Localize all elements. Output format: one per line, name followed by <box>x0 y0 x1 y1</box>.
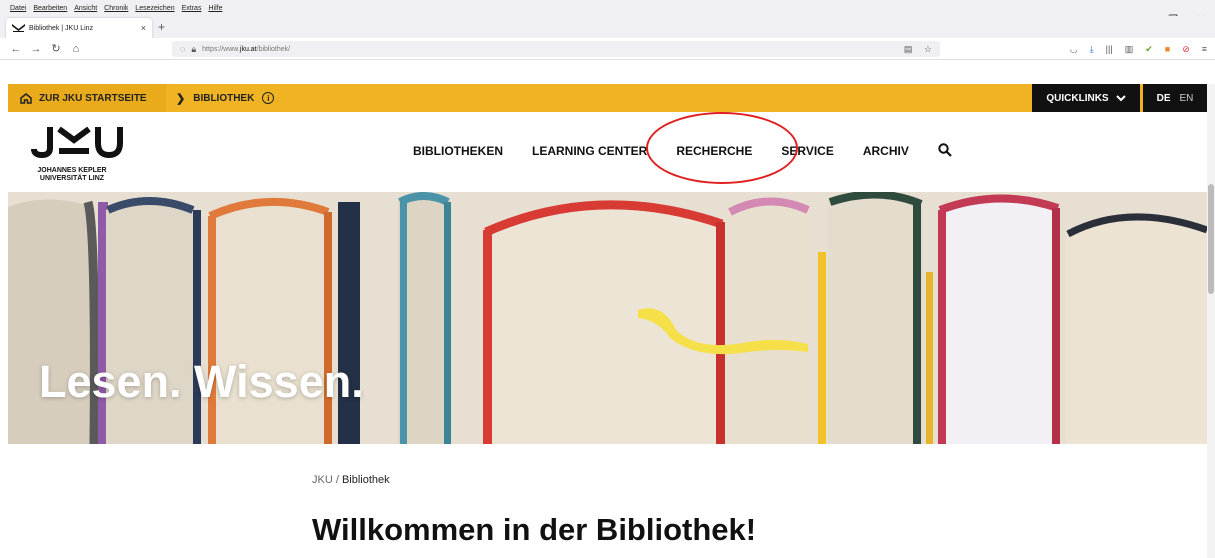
quicklinks-label: QUICKLINKS <box>1046 92 1109 104</box>
jku-favicon-icon <box>12 24 25 32</box>
nav-bibliotheken[interactable]: BIBLIOTHEKEN <box>413 144 503 158</box>
site-header: JOHANNES KEPLER UNIVERSITÄT LINZ BIBLIOT… <box>8 112 1207 192</box>
site-topbar: ZUR JKU STARTSEITE ❯ BIBLIOTHEK i QUICKL… <box>8 84 1207 112</box>
reader-view-icon[interactable]: ▤ <box>904 44 913 54</box>
menu-lesezeichen[interactable]: Lesezeichen <box>135 5 174 12</box>
menu-ansicht[interactable]: Ansicht <box>74 5 97 12</box>
breadcrumb-current: Bibliothek <box>341 474 390 486</box>
home-icon[interactable]: ⌂ <box>66 43 86 55</box>
page-scrollbar[interactable] <box>1207 84 1215 558</box>
nav-learning-center[interactable]: LEARNING CENTER <box>532 144 647 158</box>
browser-menubar: Datei Bearbeiten Ansicht Chronik Lesezei… <box>0 0 1215 16</box>
hero-headline: Lesen. Wissen. <box>39 356 364 407</box>
extension-leaf-icon[interactable]: ✔ <box>1145 44 1153 55</box>
toolbar-extensions: ◡ ⤓ ||| ▥ ✔ ■ ⊘ ≡ <box>1058 41 1207 57</box>
breadcrumb: JKU / Bibliothek <box>312 474 390 486</box>
url-path: /bibliothek/ <box>256 45 291 53</box>
lang-en[interactable]: EN <box>1180 93 1194 104</box>
tab-bar: Bibliothek | JKU Linz × + <box>0 16 1215 38</box>
url-prefix: https://www. <box>202 45 240 53</box>
language-switcher: DE EN <box>1143 84 1207 112</box>
topbar-crumb[interactable]: ❯ BIBLIOTHEK i <box>176 92 275 105</box>
library-icon[interactable]: ||| <box>1106 44 1113 54</box>
reload-icon[interactable]: ↻ <box>46 42 66 55</box>
tab-close-icon[interactable]: × <box>141 23 146 33</box>
back-arrow-icon[interactable]: ← <box>6 43 26 55</box>
new-tab-button[interactable]: + <box>158 20 165 34</box>
menu-hamburger-icon[interactable]: ≡ <box>1202 44 1207 54</box>
jku-logo[interactable]: JOHANNES KEPLER UNIVERSITÄT LINZ <box>31 124 151 184</box>
menu-hilfe[interactable]: Hilfe <box>208 5 222 12</box>
logo-subtitle-line2: UNIVERSITÄT LINZ <box>39 175 105 182</box>
url-bar[interactable]: ◌ 🔒︎ https://www. jku.at/bibliothek/ ▤ ☆ <box>172 41 940 57</box>
sidebar-icon[interactable]: ▥ <box>1125 44 1134 55</box>
house-icon <box>20 92 32 104</box>
info-icon[interactable]: i <box>262 92 275 104</box>
lock-icon[interactable]: 🔒︎ <box>191 44 196 55</box>
forward-arrow-icon[interactable]: → <box>26 43 46 55</box>
lang-de[interactable]: DE <box>1157 93 1171 104</box>
download-icon[interactable]: ⤓ <box>1090 44 1094 55</box>
page-title: Willkommen in der Bibliothek! <box>312 512 757 547</box>
jku-logo-mark <box>31 126 123 159</box>
hero-banner: Lesen. Wissen. <box>8 192 1207 444</box>
tab-title: Bibliothek | JKU Linz <box>29 24 94 32</box>
extension-orange-icon[interactable]: ■ <box>1165 44 1170 54</box>
shield-icon[interactable]: ◌ <box>180 44 185 54</box>
extension-red-icon[interactable]: ⊘ <box>1182 44 1190 55</box>
nav-archiv[interactable]: ARCHIV <box>863 144 909 158</box>
bookmark-star-icon[interactable]: ☆ <box>924 44 932 54</box>
browser-navbar: ← → ↻ ⌂ ◌ 🔒︎ https://www. jku.at/biblioth… <box>0 38 1215 60</box>
pocket-icon[interactable]: ◡ <box>1070 44 1078 55</box>
topbar-crumb-label: BIBLIOTHEK <box>193 92 255 104</box>
scrollbar-thumb[interactable] <box>1208 184 1214 294</box>
annotation-circle <box>646 112 798 184</box>
menu-datei[interactable]: Datei <box>10 5 26 12</box>
chevron-right-icon: ❯ <box>176 92 186 105</box>
breadcrumb-root-link[interactable]: JKU <box>312 474 333 486</box>
logo-subtitle-line1: JOHANNES KEPLER <box>37 167 107 174</box>
url-host: jku.at <box>239 45 257 53</box>
home-link[interactable]: ZUR JKU STARTSEITE <box>8 84 166 112</box>
chevron-down-icon <box>1115 94 1126 101</box>
search-icon[interactable] <box>938 142 952 157</box>
tab-bibliothek[interactable]: Bibliothek | JKU Linz × <box>6 18 152 38</box>
menu-chronik[interactable]: Chronik <box>104 5 128 12</box>
quicklinks-button[interactable]: QUICKLINKS <box>1032 84 1140 112</box>
menu-extras[interactable]: Extras <box>182 5 202 12</box>
breadcrumb-separator: / <box>335 474 339 486</box>
menu-bearbeiten[interactable]: Bearbeiten <box>33 5 67 12</box>
home-link-label: ZUR JKU STARTSEITE <box>39 92 147 104</box>
